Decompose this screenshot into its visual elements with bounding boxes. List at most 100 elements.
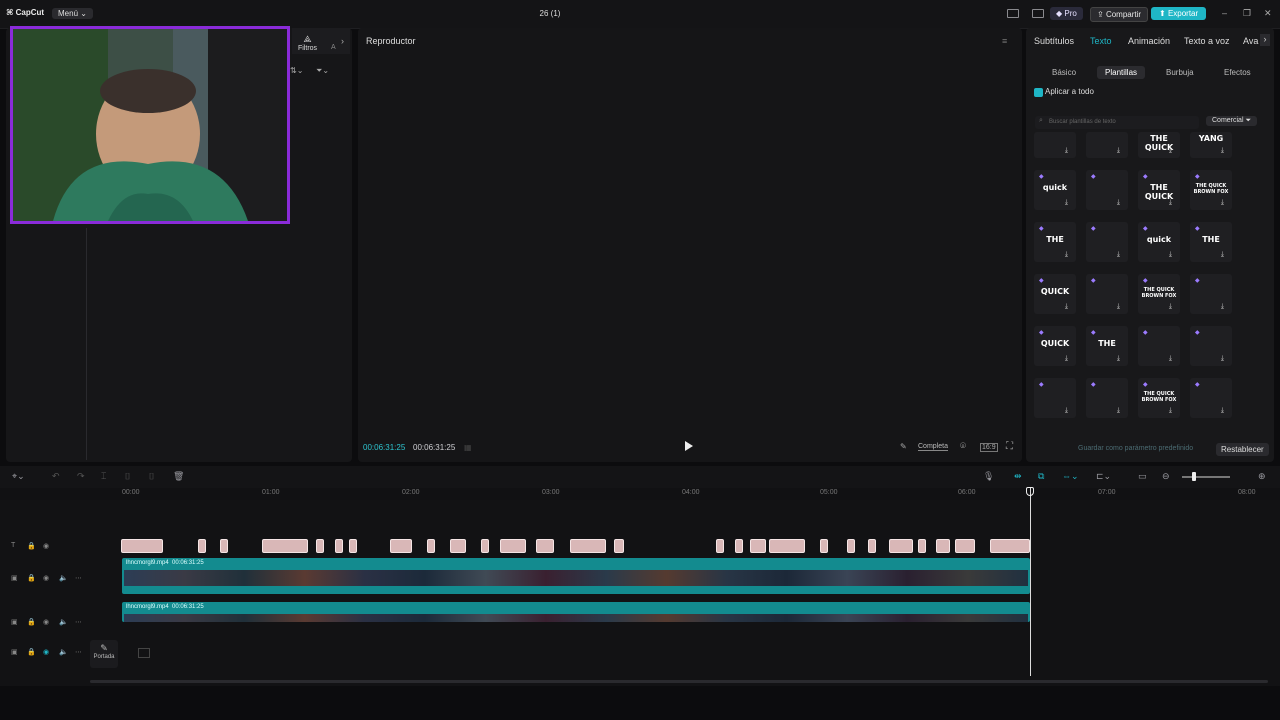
text-clip[interactable] [716, 539, 724, 553]
text-clip[interactable] [481, 539, 489, 553]
cover-button[interactable]: ✎ Portada [90, 640, 118, 668]
undo-icon[interactable]: ↶ [52, 471, 60, 482]
pro-button[interactable]: ◆ Pro [1050, 7, 1083, 20]
sort-icon[interactable]: ⇅⌄ [290, 66, 303, 75]
download-icon[interactable]: ⤓ [1065, 355, 1068, 363]
minimize-icon[interactable]: – [1222, 8, 1227, 18]
download-icon[interactable]: ⤓ [1221, 199, 1224, 207]
text-clip[interactable] [918, 539, 926, 553]
template-tile[interactable]: ◆ THE QUICK BROWN FOX ⤓ [1138, 274, 1180, 314]
view-mode-button[interactable]: Completa [918, 443, 948, 451]
split-right-icon[interactable]: ⌷ [149, 471, 154, 482]
tab-avatar[interactable]: Ava [1243, 36, 1258, 46]
text-clip[interactable] [316, 539, 324, 553]
close-icon[interactable]: ✕ [1264, 8, 1272, 19]
text-clip[interactable] [450, 539, 466, 553]
menu-button[interactable]: Menú ⌄ [52, 8, 93, 19]
export-button[interactable]: ⬆ Exportar [1151, 7, 1207, 20]
template-tile[interactable]: THE QUICK ⤓ [1138, 132, 1180, 158]
tab-partial[interactable]: A [331, 44, 336, 51]
text-clip[interactable] [955, 539, 975, 553]
download-icon[interactable]: ⤓ [1065, 147, 1068, 155]
eye-icon[interactable]: ◉ [43, 574, 49, 582]
text-clip[interactable] [936, 539, 950, 553]
main-track-magnet-icon[interactable]: ⇹ [1014, 471, 1022, 482]
zoom-slider[interactable] [1182, 476, 1230, 478]
template-tile[interactable]: ◆ ⤓ [1034, 378, 1076, 418]
more-icon[interactable]: ⋯ [75, 574, 82, 582]
download-icon[interactable]: ⤓ [1221, 355, 1224, 363]
template-tile[interactable]: ◆ THE QUICK ⤓ [1138, 170, 1180, 210]
template-search-input[interactable]: Buscar plantillas de texto [1035, 116, 1199, 129]
download-icon[interactable]: ⤓ [1169, 303, 1172, 311]
download-icon[interactable]: ⤓ [1169, 251, 1172, 259]
playhead-handle[interactable] [1026, 487, 1034, 496]
template-tile[interactable]: ◆ ⤓ [1086, 222, 1128, 262]
template-tile[interactable]: ◆ THE ⤓ [1190, 222, 1232, 262]
template-tile[interactable]: ◆ quick ⤓ [1138, 222, 1180, 262]
text-clip[interactable] [500, 539, 526, 553]
template-tile[interactable]: ◆ THE ⤓ [1086, 326, 1128, 366]
template-tile[interactable]: ◆ QUICK ⤓ [1034, 274, 1076, 314]
template-tile[interactable]: ⤓ [1086, 132, 1128, 158]
microphone-icon[interactable]: 🎙 [983, 471, 994, 482]
text-clip[interactable] [427, 539, 435, 553]
template-tile[interactable]: YANG ⤓ [1190, 132, 1232, 158]
lock-icon[interactable]: 🔒 [27, 542, 36, 550]
text-clip[interactable] [614, 539, 624, 553]
download-icon[interactable]: ⤓ [1065, 303, 1068, 311]
screenshot-icon[interactable]: ⌾ [960, 441, 966, 452]
volume-icon[interactable]: 🔈 [59, 574, 68, 582]
download-icon[interactable]: ⤓ [1117, 199, 1120, 207]
redo-icon[interactable]: ↷ [77, 471, 85, 482]
volume-icon[interactable]: 🔈 [59, 618, 68, 626]
download-icon[interactable]: ⤓ [1117, 147, 1120, 155]
text-clip[interactable] [889, 539, 913, 553]
text-clip[interactable] [990, 539, 1030, 553]
text-clip[interactable] [390, 539, 412, 553]
template-tile[interactable]: ◆ ⤓ [1190, 326, 1232, 366]
template-tile[interactable]: ◆ ⤓ [1086, 274, 1128, 314]
link-icon[interactable]: ⇔⌄ [1062, 471, 1079, 482]
reset-button[interactable]: Restablecer [1216, 443, 1269, 456]
text-clip[interactable] [220, 539, 228, 553]
download-icon[interactable]: ⤓ [1117, 303, 1120, 311]
chevron-right-icon[interactable]: › [341, 36, 344, 46]
download-icon[interactable]: ⤓ [1221, 407, 1224, 415]
template-tile[interactable]: ◆ quick ⤓ [1034, 170, 1076, 210]
volume-icon[interactable]: 🔈 [59, 648, 68, 656]
apply-all-checkbox[interactable] [1034, 88, 1043, 97]
layout-icon[interactable] [1007, 9, 1019, 18]
zoom-out-icon[interactable]: ⊖ [1162, 471, 1170, 482]
text-clip[interactable] [262, 539, 308, 553]
download-icon[interactable]: ⤓ [1117, 251, 1120, 259]
delete-icon[interactable]: 🗑 [173, 471, 184, 482]
download-icon[interactable]: ⤓ [1065, 407, 1068, 415]
text-clip[interactable] [868, 539, 876, 553]
menu-lines-icon[interactable]: ≡ [1002, 36, 1007, 46]
split-icon[interactable]: ⌶ [101, 471, 106, 482]
preview-axis-icon[interactable]: ⊏⌄ [1096, 471, 1111, 482]
text-clip[interactable] [750, 539, 766, 553]
subtab-effects[interactable]: Efectos [1216, 66, 1259, 79]
text-clip[interactable] [198, 539, 206, 553]
download-icon[interactable]: ⤓ [1065, 199, 1068, 207]
select-tool-icon[interactable]: ⌖⌄ [12, 471, 25, 482]
shortcut-icon[interactable] [1032, 9, 1044, 18]
tab-subtitles[interactable]: Subtítulos [1034, 36, 1074, 46]
tab-animation[interactable]: Animación [1128, 36, 1170, 46]
edit-icon[interactable]: ✎ [900, 442, 907, 451]
more-icon[interactable]: ⋯ [75, 618, 82, 626]
template-tile[interactable]: ◆ ⤓ [1138, 326, 1180, 366]
zoom-slider-knob[interactable] [1192, 472, 1196, 481]
filter-icon[interactable]: ⏷⌄ [316, 66, 329, 76]
template-tile[interactable]: ◆ ⤓ [1086, 170, 1128, 210]
download-icon[interactable]: ⤓ [1169, 199, 1172, 207]
text-clip[interactable] [349, 539, 357, 553]
eye-icon[interactable]: ◉ [43, 542, 49, 550]
download-icon[interactable]: ⤓ [1221, 303, 1224, 311]
subtab-basic[interactable]: Básico [1044, 66, 1084, 79]
template-tile[interactable]: ◆ THE ⤓ [1034, 222, 1076, 262]
tab-text-to-speech[interactable]: Texto a voz [1184, 36, 1230, 46]
chevron-right-icon[interactable]: › [1260, 34, 1270, 46]
